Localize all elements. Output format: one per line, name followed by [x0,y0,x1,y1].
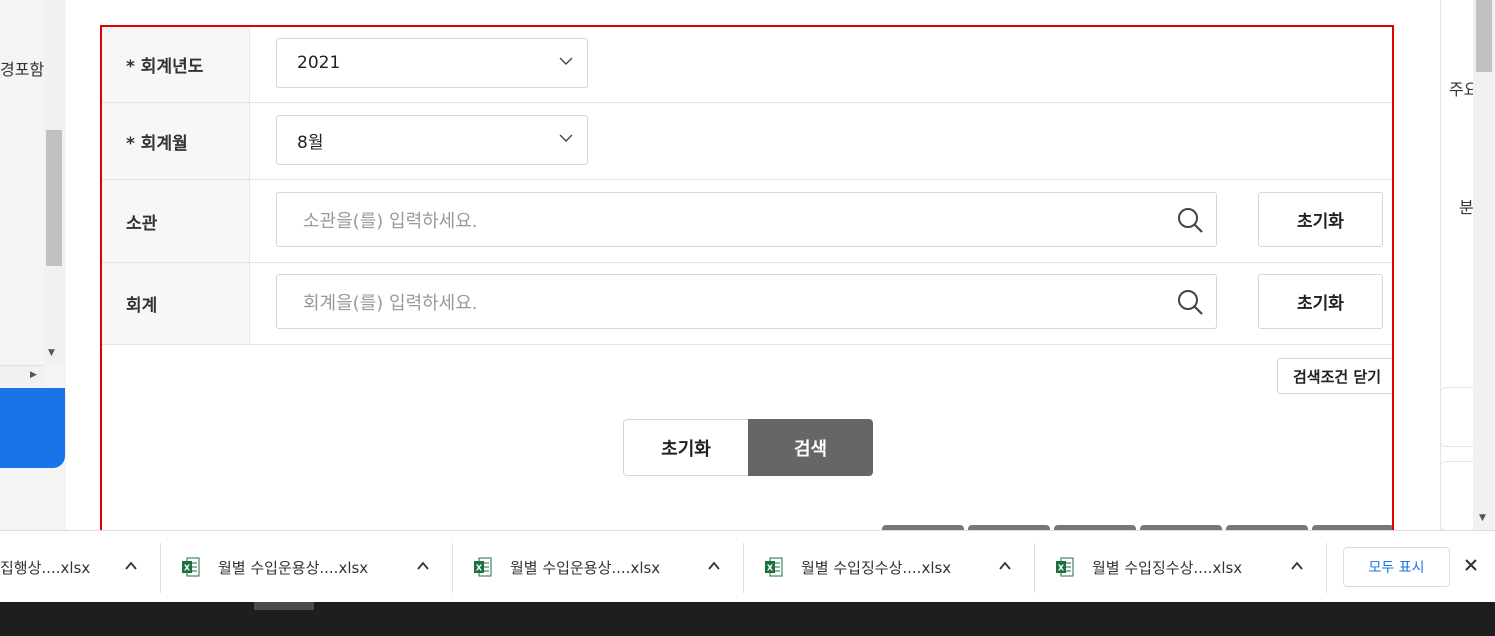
agency-label: 소관 [102,180,250,262]
chevron-down-icon [559,57,573,65]
search-icon[interactable] [1176,288,1204,316]
scroll-down-arrow-icon[interactable]: ▼ [48,348,55,358]
excel-icon: X [182,557,200,577]
close-icon[interactable] [1463,557,1479,573]
chevron-up-icon[interactable] [707,559,721,573]
divider [1326,543,1327,593]
chevron-up-icon[interactable] [416,559,430,573]
account-row: 회계 회계을(를) 입력하세요. 초기화 [102,263,1392,345]
agency-row: 소관 소관을(를) 입력하세요. 초기화 [102,180,1392,263]
download-file-name: 월별 수입징수상....xlsx [1092,558,1243,577]
download-file-name: 월별 수입운용상....xlsx [510,558,661,577]
divider [452,543,453,593]
left-horizontal-scrollbar[interactable] [0,365,44,387]
fiscal-month-label: * 회계월 [102,103,250,179]
right-panel-text: 분 [1459,198,1474,217]
account-label: 회계 [102,263,250,344]
download-item[interactable]: 집행상....xlsx [0,531,90,603]
download-item[interactable]: X 월별 수입징수상....xlsx [1056,531,1242,603]
excel-icon: X [1056,557,1074,577]
divider [1034,543,1035,593]
left-scrollbar-thumb[interactable] [46,130,62,266]
fiscal-year-select[interactable]: 2021 [276,38,588,88]
account-placeholder: 회계을(를) 입력하세요. [303,292,478,314]
agency-search-input[interactable]: 소관을(를) 입력하세요. [276,192,1217,247]
divider [743,543,744,593]
search-icon[interactable] [1176,206,1204,234]
chevron-up-icon[interactable] [1290,559,1304,573]
download-item[interactable]: X 월별 수입운용상....xlsx [474,531,660,603]
search-conditions-form: * 회계년도 2021 * 회계월 8월 소관 소관을(를) 입력하세요. 초기… [100,25,1394,609]
fiscal-month-value: 8월 [297,132,324,153]
download-item[interactable]: X 월별 수입징수상....xlsx [765,531,951,603]
download-item[interactable]: X 월별 수입운용상....xlsx [182,531,368,603]
page-scrollbar-thumb[interactable] [1476,0,1492,72]
agency-reset-button[interactable]: 초기화 [1258,192,1383,247]
right-panel-card[interactable] [1440,387,1474,447]
download-file-name: 집행상....xlsx [0,558,91,577]
download-bar: 집행상....xlsx X 월별 수입운용상....xlsx X 월별 수입운용… [0,530,1495,602]
excel-icon: X [474,557,492,577]
svg-text:X: X [767,564,774,573]
agency-placeholder: 소관을(를) 입력하세요. [303,210,478,232]
download-file-name: 월별 수입운용상....xlsx [218,558,369,577]
close-search-conditions-button[interactable]: 검색조건 닫기 [1277,358,1392,394]
taskbar-item[interactable] [254,602,314,610]
svg-text:X: X [1058,564,1065,573]
chevron-up-icon[interactable] [998,559,1012,573]
reset-button[interactable]: 초기화 [623,419,749,476]
svg-text:X: X [476,564,483,573]
fiscal-year-row: * 회계년도 2021 [102,27,1392,103]
fiscal-month-row: * 회계월 8월 [102,103,1392,180]
search-button[interactable]: 검색 [748,419,873,476]
chevron-up-icon[interactable] [124,559,138,573]
account-search-input[interactable]: 회계을(를) 입력하세요. [276,274,1217,329]
page-scrollbar[interactable] [1473,0,1495,530]
taskbar [0,602,1495,636]
download-file-name: 월별 수입징수상....xlsx [801,558,952,577]
excel-icon: X [765,557,783,577]
account-reset-button[interactable]: 초기화 [1258,274,1383,329]
show-all-downloads-button[interactable]: 모두 표시 [1343,547,1450,587]
scroll-right-arrow-icon[interactable]: ▶ [30,370,37,380]
divider [160,543,161,593]
chevron-down-icon [559,134,573,142]
left-panel-text: 경포함 [0,60,45,79]
fiscal-year-value: 2021 [297,53,341,73]
fiscal-month-select[interactable]: 8월 [276,115,588,165]
fiscal-year-label: * 회계년도 [102,27,250,102]
scroll-down-arrow-icon[interactable]: ▼ [1479,513,1486,523]
left-blue-button[interactable] [0,388,65,468]
right-panel-card[interactable] [1440,461,1474,531]
svg-text:X: X [184,564,191,573]
